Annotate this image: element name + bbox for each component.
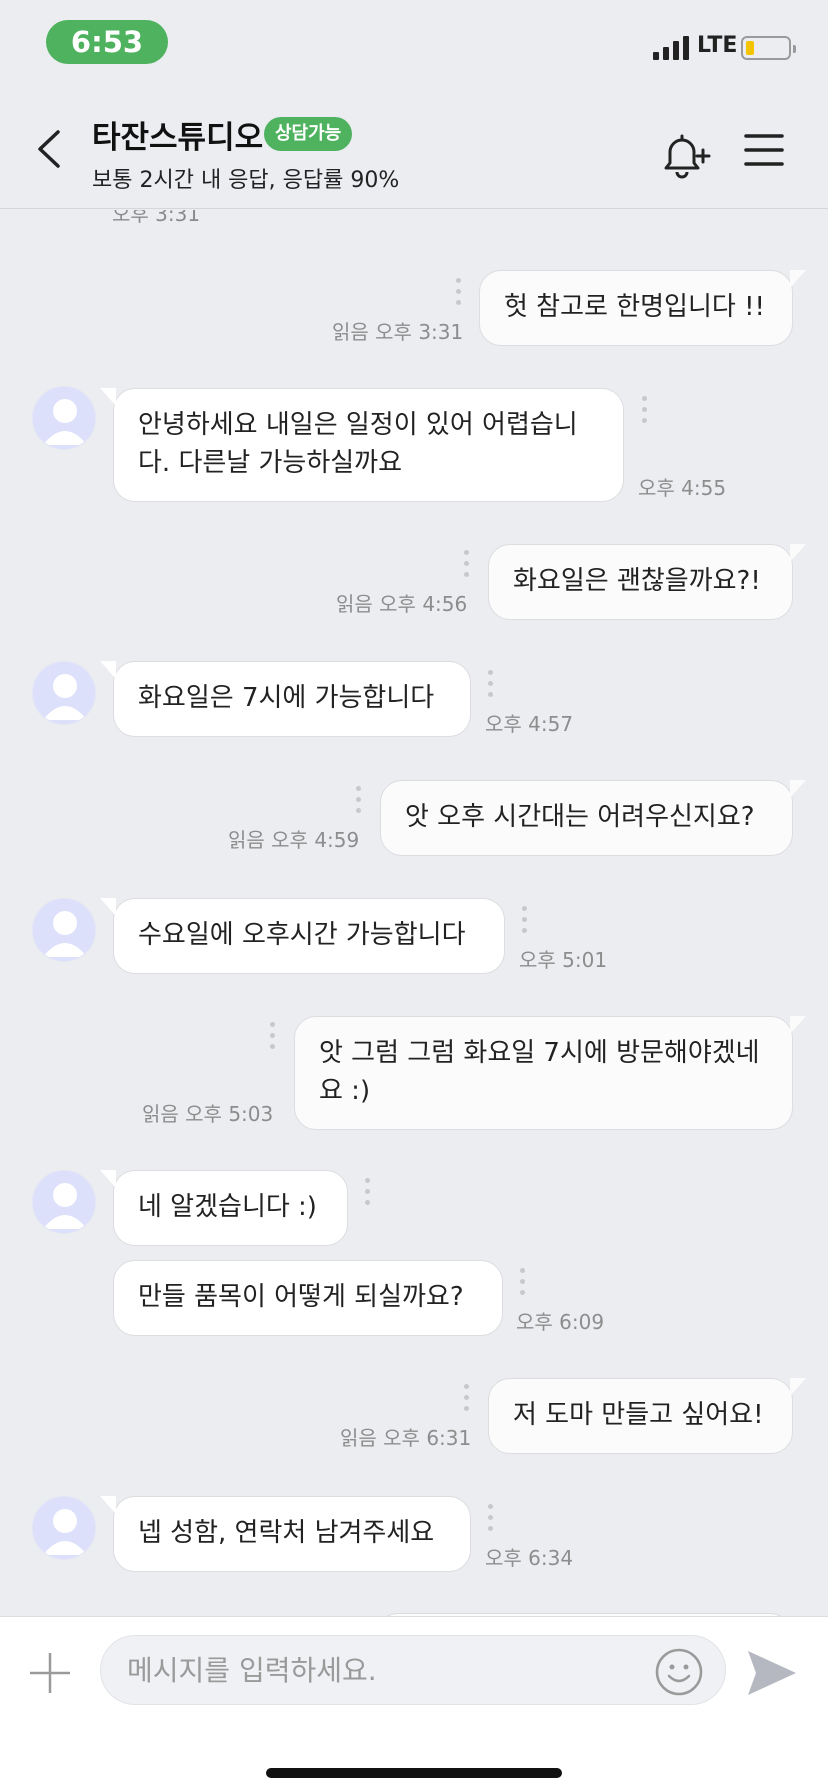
more-options-icon[interactable] xyxy=(642,396,648,426)
message-bubble-theirs[interactable]: 화요일은 7시에 가능합니다 xyxy=(100,661,471,737)
message-bubble-theirs[interactable]: 만들 품목이 어떻게 되실까요? xyxy=(113,1260,503,1336)
battery-level xyxy=(746,41,754,55)
status-badge: 상담가능 xyxy=(264,117,353,151)
more-options-icon[interactable] xyxy=(520,1268,526,1298)
more-options-icon[interactable] xyxy=(488,670,494,700)
message-input-bar xyxy=(0,1616,828,1792)
status-time: 6:53 xyxy=(46,20,168,64)
more-options-icon[interactable] xyxy=(270,1022,276,1052)
more-options-icon[interactable] xyxy=(522,906,528,936)
more-options-icon[interactable] xyxy=(464,1384,470,1414)
message-bubble-mine[interactable]: 저 도마 만들고 싶어요! xyxy=(488,1378,806,1454)
chevron-left-icon[interactable] xyxy=(28,126,74,172)
network-type: LTE xyxy=(697,33,738,58)
message-bubble-mine[interactable]: 앗 오후 시간대는 어려우신지요? xyxy=(380,780,806,856)
message-time: 오후 3:31 xyxy=(112,210,201,226)
message-time: 오후 5:01 xyxy=(519,948,608,972)
message-bubble-mine[interactable]: 앗 그럼 그럼 화요일 7시에 방문해야겠네요 :) xyxy=(294,1016,806,1130)
avatar[interactable] xyxy=(32,898,96,962)
user-silhouette-icon xyxy=(43,911,87,957)
read-receipt: 읽음 오후 3:31 xyxy=(332,320,464,344)
message-input[interactable] xyxy=(100,1635,726,1705)
smiley-icon[interactable] xyxy=(654,1647,704,1697)
avatar[interactable] xyxy=(32,1170,96,1234)
message-time: 오후 4:57 xyxy=(485,712,574,736)
signal-icon xyxy=(653,36,689,60)
plus-icon[interactable] xyxy=(28,1651,72,1695)
status-bar: 6:53 LTE xyxy=(0,0,828,88)
read-receipt: 읽음 오후 4:56 xyxy=(336,592,468,616)
read-receipt: 읽음 오후 4:59 xyxy=(228,828,360,852)
chat-header: 타잔스튜디오 상담가능 보통 2시간 내 응답, 응답률 90% xyxy=(0,88,828,209)
chat-thread[interactable]: 오후 3:31 읽음 오후 3:31 헛 참고로 한명입니다 !! 안녕하세요 … xyxy=(0,210,828,1616)
message-time: 오후 6:34 xyxy=(485,1546,574,1570)
battery-icon xyxy=(741,36,796,60)
page-title: 타잔스튜디오 xyxy=(92,120,264,156)
avatar[interactable] xyxy=(32,661,96,725)
more-options-icon[interactable] xyxy=(365,1178,371,1208)
hamburger-menu-icon[interactable] xyxy=(744,132,784,168)
home-indicator xyxy=(266,1768,562,1778)
user-silhouette-icon xyxy=(43,674,87,720)
message-bubble-theirs[interactable]: 수요일에 오후시간 가능합니다 xyxy=(100,898,505,974)
bell-plus-icon[interactable] xyxy=(656,128,712,184)
message-time: 오후 6:09 xyxy=(516,1310,605,1334)
avatar[interactable] xyxy=(32,386,96,450)
send-arrow-icon[interactable] xyxy=(744,1645,800,1701)
read-receipt: 읽음 오후 6:31 xyxy=(340,1426,472,1450)
message-bubble-mine[interactable]: 화요일은 괜찮을까요?! xyxy=(488,544,806,620)
more-options-icon[interactable] xyxy=(456,278,462,308)
more-options-icon[interactable] xyxy=(356,786,362,816)
message-bubble-mine[interactable]: 헛 참고로 한명입니다 !! xyxy=(479,270,806,346)
message-bubble-theirs[interactable]: 네 알겠습니다 :) xyxy=(100,1170,348,1246)
user-silhouette-icon xyxy=(43,1509,87,1555)
response-info: 보통 2시간 내 응답, 응답률 90% xyxy=(92,168,400,193)
read-receipt: 읽음 오후 5:03 xyxy=(142,1102,274,1126)
user-silhouette-icon xyxy=(43,399,87,445)
user-silhouette-icon xyxy=(43,1183,87,1229)
more-options-icon[interactable] xyxy=(464,550,470,580)
message-time: 오후 4:55 xyxy=(638,476,727,500)
message-bubble-theirs[interactable]: 안녕하세요 내일은 일정이 있어 어렵습니다. 다른날 가능하실까요 xyxy=(100,388,624,502)
more-options-icon[interactable] xyxy=(488,1504,494,1534)
message-bubble-theirs[interactable]: 넵 성함, 연락처 남겨주세요 xyxy=(100,1496,471,1572)
avatar[interactable] xyxy=(32,1496,96,1560)
